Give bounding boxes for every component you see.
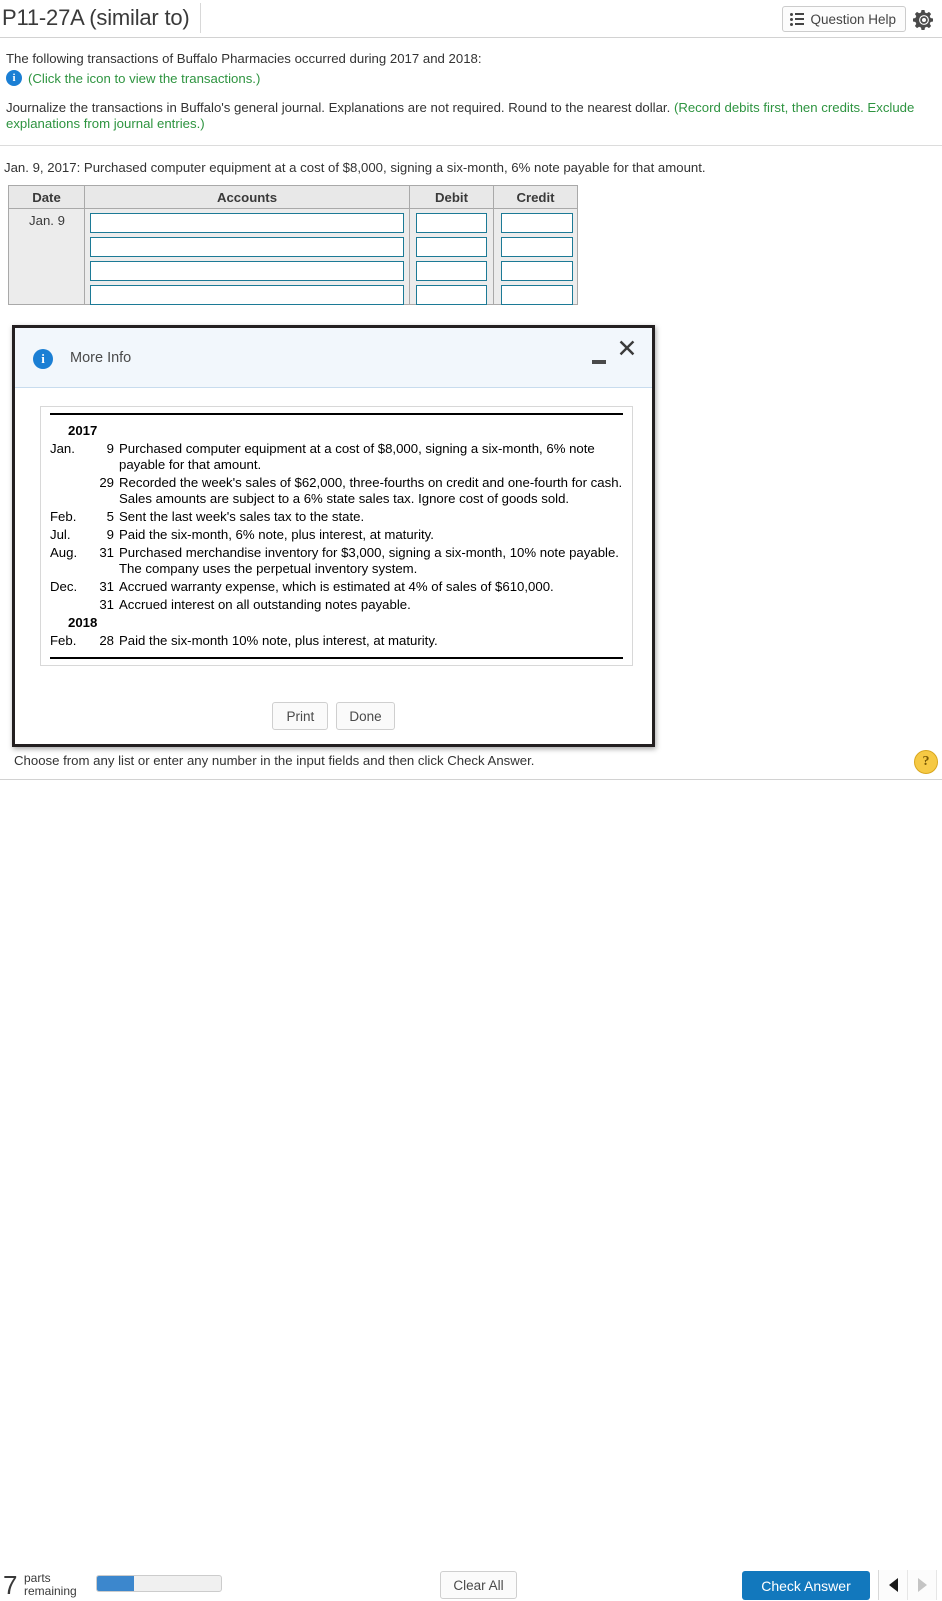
view-transactions-link[interactable]: (Click the icon to view the transactions… [28, 71, 260, 86]
transaction-month: Aug. [50, 545, 78, 560]
debit-input[interactable] [416, 213, 487, 233]
transaction-day: 31 [99, 579, 114, 594]
transaction-day: 28 [99, 633, 114, 648]
transaction-day: 5 [106, 509, 114, 524]
transaction-month: Feb. [50, 633, 77, 648]
transaction-row: Aug. 31 Purchased merchandise inventory fo… [50, 544, 623, 578]
transactions-panel: 2017 Jan. 9 Purchased computer equipment at… [40, 406, 633, 666]
parts-label-line1: parts [24, 1571, 51, 1585]
transaction-month: Jul. [50, 527, 71, 542]
accounts-input[interactable] [90, 213, 404, 233]
transaction-day: 9 [106, 441, 114, 456]
transaction-description: Purchased merchandise inventory for $3,0… [119, 545, 619, 576]
dialog-header: i More Info ✕ [15, 328, 652, 388]
transaction-row: Jan. 9 Purchased computer equipment at a c… [50, 440, 623, 474]
transaction-month [50, 597, 90, 613]
debit-input[interactable] [416, 261, 487, 281]
dialog-body: 2017 Jan. 9 Purchased computer equipment at… [15, 388, 652, 744]
accounts-input[interactable] [90, 285, 404, 305]
credit-input[interactable] [501, 237, 573, 257]
journal-body: Jan. 9 [8, 209, 578, 305]
column-divider [493, 209, 494, 304]
column-header-date: Date [8, 185, 84, 209]
footer-hint: Choose from any list or enter any number… [14, 753, 535, 768]
transaction-month: Jan. [50, 441, 75, 456]
transaction-month: Dec. [50, 579, 78, 594]
transaction-month [50, 475, 90, 507]
close-icon[interactable]: ✕ [614, 336, 640, 362]
progress-bar[interactable] [96, 1575, 222, 1592]
transaction-row: Dec. 31 Accrued warranty expense, which is… [50, 578, 623, 596]
more-info-dialog: i More Info ✕ 2017 Jan. 9 Purchased compute… [12, 325, 655, 747]
gear-icon[interactable] [912, 8, 936, 32]
question-requirement: Journalize the transactions in Buffalo's… [6, 100, 926, 132]
transaction-day: 29 [99, 475, 114, 490]
view-transactions-row[interactable]: i (Click the icon to view the transactio… [6, 70, 260, 86]
print-button[interactable]: Print [272, 702, 329, 730]
progress-bar-fill [97, 1576, 135, 1591]
transaction-row: Jul. 9 Paid the six-month, 6% note, plus i… [50, 526, 623, 544]
credit-input[interactable] [501, 285, 573, 305]
transaction-description: Sent the last week's sales tax to the st… [119, 509, 365, 524]
page-title: P11-27A (similar to) [2, 3, 201, 33]
transaction-month: Feb. [50, 509, 77, 524]
transaction-year: 2018 [68, 615, 98, 630]
column-divider [84, 209, 85, 304]
transaction-row: 31 Accrued interest on all outstanding no… [50, 596, 623, 614]
minimize-icon[interactable] [590, 349, 608, 367]
question-mark-icon[interactable]: ? [914, 750, 938, 774]
accounts-input[interactable] [90, 237, 404, 257]
info-icon: i [33, 349, 53, 369]
transaction-year: 2017 [68, 423, 98, 438]
top-bar: P11-27A (similar to) Question Help [0, 0, 942, 38]
transaction-row: 29 Recorded the week's sales of $62,000, … [50, 474, 623, 508]
previous-button[interactable] [879, 1570, 908, 1600]
debit-input[interactable] [416, 285, 487, 305]
transaction-description: Paid the six-month 10% note, plus intere… [119, 633, 438, 648]
dialog-footer: Print Done [15, 702, 652, 730]
column-header-debit: Debit [409, 185, 493, 209]
column-header-credit: Credit [493, 185, 578, 209]
transaction-day: 31 [99, 545, 114, 560]
debit-input[interactable] [416, 237, 487, 257]
triangle-right-icon [917, 1578, 927, 1592]
nav-buttons [878, 1570, 937, 1600]
transaction-description: Purchased computer equipment at a cost o… [119, 441, 595, 472]
credit-input[interactable] [501, 261, 573, 281]
transaction-day: 9 [106, 527, 114, 542]
info-icon[interactable]: i [6, 70, 22, 86]
check-answer-button[interactable]: Check Answer [742, 1571, 870, 1600]
dialog-title: More Info [70, 350, 132, 366]
question-intro: The following transactions of Buffalo Ph… [6, 51, 482, 66]
triangle-left-icon [888, 1578, 898, 1592]
parts-remaining-count: 7 [3, 1570, 18, 1600]
transaction-description: Paid the six-month, 6% note, plus intere… [119, 527, 434, 542]
transaction-row: Feb. 5 Sent the last week's sales tax to t… [50, 508, 623, 526]
column-divider [409, 209, 410, 304]
done-button[interactable]: Done [336, 702, 395, 730]
question-help-label: Question Help [810, 11, 896, 27]
requirement-text: Journalize the transactions in Buffalo's… [6, 100, 674, 115]
journal-date-cell: Jan. 9 [29, 213, 65, 228]
credit-input[interactable] [501, 213, 573, 233]
transaction-description: Recorded the week's sales of $62,000, th… [119, 475, 623, 506]
accounts-input[interactable] [90, 261, 404, 281]
journal-entry-table: Date Accounts Debit Credit Jan. 9 [8, 185, 578, 305]
column-header-accounts: Accounts [84, 185, 409, 209]
footer-bar: 7 parts remaining Clear All Check Answer [0, 780, 942, 1600]
parts-label-line2: remaining [24, 1584, 77, 1598]
divider [0, 145, 942, 146]
transaction-day: 31 [99, 597, 114, 612]
parts-remaining-label: parts remaining [24, 1572, 94, 1598]
transactions-list: 2017 Jan. 9 Purchased computer equipment at… [50, 413, 623, 659]
transaction-row: Feb. 28 Paid the six-month 10% note, plus … [50, 632, 623, 650]
journal-prompt: Jan. 9, 2017: Purchased computer equipme… [4, 160, 706, 175]
list-icon [790, 13, 805, 26]
question-help-button[interactable]: Question Help [782, 6, 906, 32]
transaction-description: Accrued interest on all outstanding note… [119, 597, 411, 612]
transaction-description: Accrued warranty expense, which is estim… [119, 579, 554, 594]
next-button[interactable] [908, 1570, 937, 1600]
clear-all-button[interactable]: Clear All [440, 1571, 517, 1599]
